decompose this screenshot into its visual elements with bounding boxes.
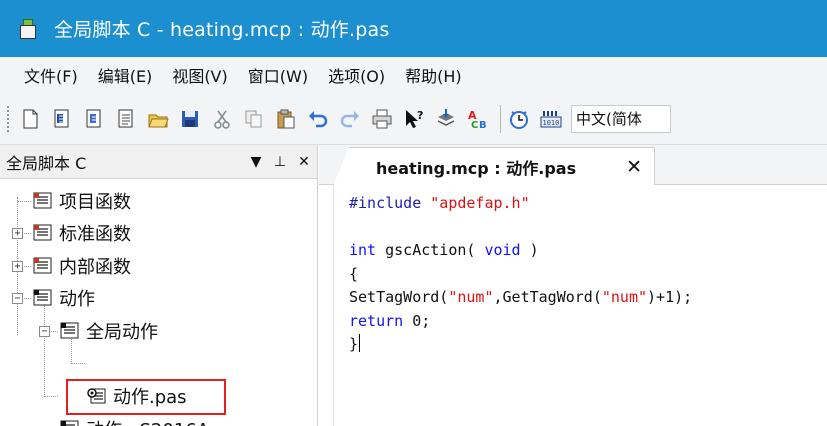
menu-window[interactable]: 窗口(W) xyxy=(248,63,308,87)
new-action-icon[interactable] xyxy=(114,107,138,131)
code-token: "num" xyxy=(601,288,648,306)
title-bar: 全局脚本 C - heating.mcp : 动作.pas xyxy=(0,0,827,57)
code-token: int xyxy=(349,241,377,259)
action-folder-icon xyxy=(33,289,52,306)
window-title: 全局脚本 C - heating.mcp : 动作.pas xyxy=(54,19,390,41)
code-token: ,GetTagWord( xyxy=(493,288,602,306)
tree-connector xyxy=(44,305,45,397)
code-token: return xyxy=(349,311,404,330)
function-list-icon xyxy=(33,192,52,209)
panel-title: 全局脚本 C xyxy=(6,153,87,173)
tree-item-global-actions[interactable]: 全局动作 xyxy=(60,316,158,346)
menu-help[interactable]: 帮助(H) xyxy=(405,63,462,87)
svg-text:C: C xyxy=(471,120,478,130)
function-list-icon xyxy=(33,224,52,241)
code-token: 0; xyxy=(403,311,431,330)
toolbar: ? ACB 1010 中文(简体 xyxy=(0,93,827,145)
collapse-button[interactable]: − xyxy=(12,293,23,304)
redo-icon[interactable] xyxy=(338,107,362,131)
compile-icon[interactable] xyxy=(434,107,458,131)
menu-view[interactable]: 视图(V) xyxy=(172,63,227,87)
new-project-icon[interactable] xyxy=(50,107,74,131)
panel-dropdown-icon[interactable]: ▼ xyxy=(245,154,267,170)
tree-item-label: 动作 : S2016A xyxy=(86,416,209,426)
tree-connector xyxy=(44,396,58,397)
code-token: SetTagWord( xyxy=(349,288,449,306)
language-select[interactable]: 中文(简体 xyxy=(571,104,671,133)
tree-connector xyxy=(71,363,85,364)
code-token: "apdefap.h" xyxy=(430,194,530,212)
toolbar-separator xyxy=(500,104,501,133)
editor-gutter xyxy=(319,185,334,426)
tree-item-standard-functions[interactable]: 标准函数 xyxy=(33,218,131,248)
tree-item-station-action[interactable]: 动作 : S2016A xyxy=(60,414,209,426)
code-token: void xyxy=(484,241,521,259)
collapse-button[interactable]: − xyxy=(39,326,50,337)
tab-close-icon[interactable]: ✕ xyxy=(626,156,642,178)
expand-button[interactable]: + xyxy=(12,261,23,272)
menu-file[interactable]: 文件(F) xyxy=(24,63,78,87)
menu-edit[interactable]: 编辑(E) xyxy=(98,63,153,87)
svg-text:?: ? xyxy=(417,109,423,122)
trigger-clock-icon[interactable] xyxy=(507,107,531,131)
tree-item-label: 动作 xyxy=(59,289,95,310)
selection-highlight xyxy=(66,379,226,415)
code-token: gscAction( xyxy=(376,241,485,259)
cut-icon[interactable] xyxy=(210,107,234,131)
expand-button[interactable]: + xyxy=(12,228,23,239)
code-token: #include xyxy=(349,194,422,212)
code-token: { xyxy=(349,264,359,283)
copy-icon[interactable] xyxy=(242,107,266,131)
paste-icon[interactable] xyxy=(274,107,298,131)
code-token: ) xyxy=(520,241,539,259)
tree-item-label: 全局动作 xyxy=(86,322,158,343)
tree-item-label: 项目函数 xyxy=(59,192,131,213)
open-folder-icon[interactable] xyxy=(146,107,170,131)
print-icon[interactable] xyxy=(370,107,394,131)
new-function-icon[interactable] xyxy=(82,107,106,131)
menu-options[interactable]: 选项(O) xyxy=(328,63,385,87)
code-token: "num" xyxy=(448,288,494,306)
menu-bar: 文件(F) 编辑(E) 视图(V) 窗口(W) 选项(O) 帮助(H) xyxy=(0,57,827,93)
code-text[interactable]: #include "apdefap.h" int gscAction( void… xyxy=(349,192,692,357)
code-token: } xyxy=(349,335,359,353)
panel-pin-icon[interactable]: ⊥ xyxy=(269,154,291,170)
tag-counter-icon[interactable]: 1010 xyxy=(539,107,563,131)
tree-item-label: 内部函数 xyxy=(59,257,131,278)
save-icon[interactable] xyxy=(178,107,202,131)
panel-header: 全局脚本 C ▼ ⊥ ✕ xyxy=(0,145,317,179)
undo-icon[interactable] xyxy=(306,107,330,131)
tree-item-internal-functions[interactable]: 内部函数 xyxy=(33,251,131,281)
toolbar-grip[interactable] xyxy=(6,104,10,133)
action-folder-icon xyxy=(60,322,79,339)
tree-connector xyxy=(17,201,31,202)
navigation-panel: 全局脚本 C ▼ ⊥ ✕ + + − − 项目函数 标准函数 内部函数 动作 全… xyxy=(0,145,318,426)
script-tree: + + − − 项目函数 标准函数 内部函数 动作 全局动作 动作.pas xyxy=(0,179,317,426)
code-editor[interactable]: #include "apdefap.h" int gscAction( void… xyxy=(319,185,827,426)
editor-tab-strip: heating.mcp : 动作.pas ✕ xyxy=(319,145,827,186)
code-token: )+1); xyxy=(647,288,693,306)
tab-heating-action[interactable]: heating.mcp : 动作.pas ✕ xyxy=(333,147,655,186)
svg-text:B: B xyxy=(479,120,487,130)
text-format-icon[interactable]: ACB xyxy=(466,107,490,131)
tree-item-label: 标准函数 xyxy=(59,224,131,245)
action-folder-icon xyxy=(60,420,79,426)
panel-close-icon[interactable]: ✕ xyxy=(293,154,315,170)
function-list-icon xyxy=(33,257,52,274)
tree-item-actions[interactable]: 动作 xyxy=(33,283,95,313)
tree-item-project-functions[interactable]: 项目函数 xyxy=(33,186,131,216)
tab-label: heating.mcp : 动作.pas xyxy=(376,159,577,178)
new-file-icon[interactable] xyxy=(18,107,42,131)
text-caret xyxy=(359,334,361,352)
app-icon xyxy=(18,18,38,40)
svg-text:1010: 1010 xyxy=(543,119,560,127)
help-cursor-icon[interactable]: ? xyxy=(402,107,426,131)
